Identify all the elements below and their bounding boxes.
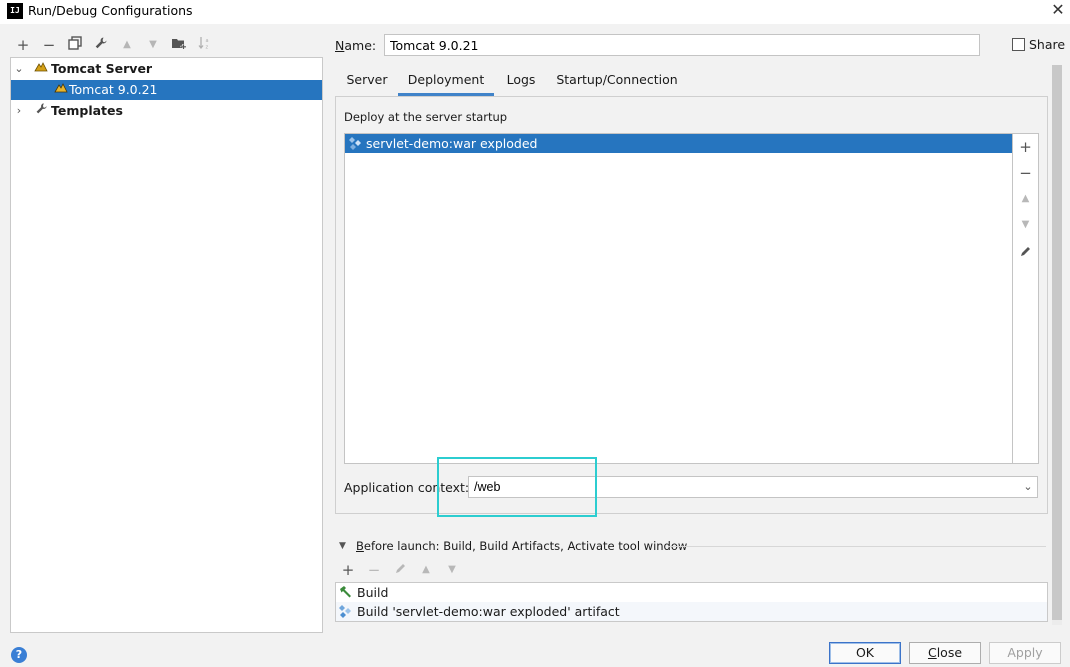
sort-button[interactable]: az xyxy=(196,36,214,54)
plus-icon[interactable]: + xyxy=(1013,137,1038,157)
tab-server[interactable]: Server xyxy=(341,72,393,96)
svg-text:a: a xyxy=(206,38,209,44)
arrow-down-icon[interactable]: ▼ xyxy=(1013,215,1038,235)
plus-icon[interactable]: + xyxy=(339,561,357,579)
artifact-icon xyxy=(338,604,353,624)
tree-item-tomcat-server[interactable]: ⌄ Tomcat Server xyxy=(11,59,322,79)
tab-startup-connection[interactable]: Startup/Connection xyxy=(552,72,682,96)
deploy-artifacts-list[interactable]: servlet-demo:war exploded xyxy=(344,133,1013,464)
sort-alpha-icon: az xyxy=(198,37,209,51)
list-item[interactable]: servlet-demo:war exploded xyxy=(345,134,1012,153)
task-label: Build xyxy=(357,585,389,600)
tree-item-tomcat-9-0-21[interactable]: Tomcat 9.0.21 xyxy=(11,80,322,100)
minus-icon[interactable]: − xyxy=(1013,163,1038,183)
pencil-icon[interactable] xyxy=(391,561,409,579)
configurations-tree[interactable]: ⌄ Tomcat Server Tomcat 9.0.21 › Template… xyxy=(10,57,323,633)
intellij-logo-icon: IJ xyxy=(7,3,23,19)
move-up-button[interactable]: ▲ xyxy=(118,36,136,54)
wrench-icon xyxy=(33,101,49,121)
apply-button[interactable]: Apply xyxy=(989,642,1061,664)
close-icon[interactable]: ✕ xyxy=(1048,0,1068,20)
scrollbar-thumb[interactable] xyxy=(1052,65,1062,620)
collapse-triangle-icon[interactable]: ▼ xyxy=(339,541,346,551)
share-checkbox[interactable] xyxy=(1012,38,1025,51)
tomcat-icon xyxy=(53,80,69,100)
add-configuration-button[interactable]: + xyxy=(14,36,32,54)
ok-button[interactable]: OK xyxy=(829,642,901,664)
artifact-label: servlet-demo:war exploded xyxy=(366,136,538,151)
hammer-icon xyxy=(338,584,353,604)
copy-configuration-button[interactable] xyxy=(66,36,84,54)
list-item[interactable]: Build xyxy=(336,583,1047,602)
task-label: Build 'servlet-demo:war exploded' artifa… xyxy=(357,604,620,619)
edit-defaults-button[interactable] xyxy=(92,36,110,54)
window-title: Run/Debug Configurations xyxy=(28,3,193,18)
chevron-down-icon[interactable]: ⌄ xyxy=(13,59,25,79)
copy-icon xyxy=(68,36,82,50)
arrow-up-icon[interactable]: ▲ xyxy=(1013,189,1038,209)
list-item[interactable]: Build 'servlet-demo:war exploded' artifa… xyxy=(336,602,1047,621)
minus-icon[interactable]: − xyxy=(365,561,383,579)
close-button[interactable]: Close xyxy=(909,642,981,664)
wrench-icon xyxy=(95,37,107,49)
before-launch-label: Before launch: Build, Build Artifacts, A… xyxy=(356,539,688,553)
tree-item-label: Templates xyxy=(51,103,123,118)
chevron-down-icon[interactable]: ⌄ xyxy=(1018,476,1038,498)
before-launch-divider xyxy=(668,546,1046,547)
arrow-up-icon[interactable]: ▲ xyxy=(417,561,435,579)
chevron-right-icon[interactable]: › xyxy=(13,101,25,121)
help-icon[interactable]: ? xyxy=(11,647,27,663)
name-input[interactable] xyxy=(384,34,980,56)
deploy-side-toolbar: + − ▲ ▼ xyxy=(1013,133,1039,464)
tree-item-templates[interactable]: › Templates xyxy=(11,101,322,121)
deploy-section-label: Deploy at the server startup xyxy=(344,110,508,124)
svg-text:z: z xyxy=(206,45,209,51)
tab-logs[interactable]: Logs xyxy=(499,72,543,96)
arrow-down-icon[interactable]: ▼ xyxy=(443,561,461,579)
new-folder-button[interactable] xyxy=(170,36,188,54)
tree-item-label: Tomcat 9.0.21 xyxy=(69,82,158,97)
tomcat-icon xyxy=(33,59,49,79)
tab-deployment[interactable]: Deployment xyxy=(398,72,494,96)
name-label: Name: xyxy=(335,38,377,53)
tree-item-label: Tomcat Server xyxy=(51,61,153,76)
before-launch-list[interactable]: Build Build 'servlet-demo:war exploded' … xyxy=(335,582,1048,622)
highlight-annotation xyxy=(437,457,597,517)
remove-configuration-button[interactable]: − xyxy=(40,36,58,54)
move-down-button[interactable]: ▼ xyxy=(144,36,162,54)
share-label: Share xyxy=(1029,37,1066,52)
folder-add-icon xyxy=(172,39,186,49)
artifact-icon xyxy=(348,136,363,156)
pencil-icon[interactable] xyxy=(1013,241,1038,261)
